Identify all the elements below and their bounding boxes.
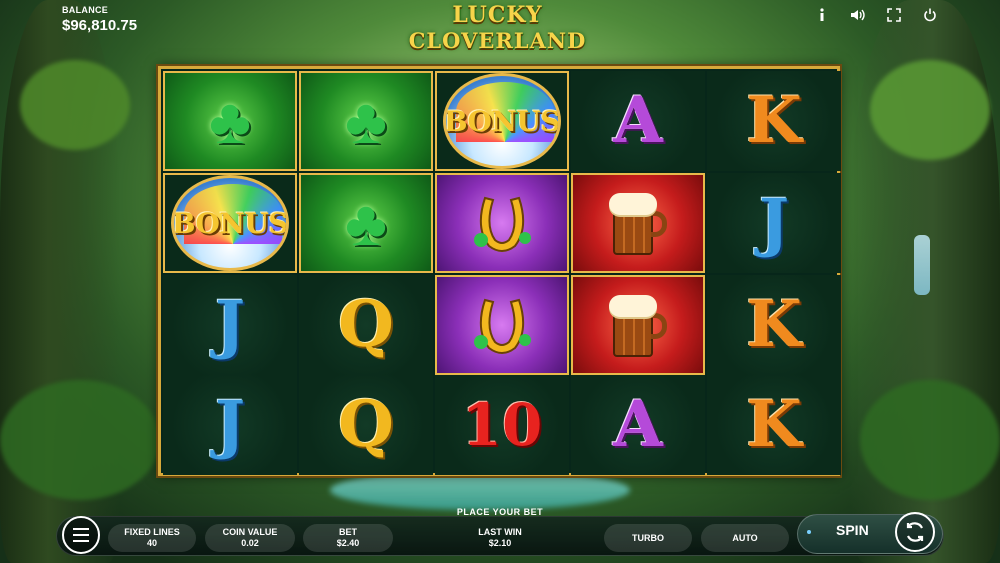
fixed-lines-value: 40	[146, 538, 157, 548]
beer-mug-icon	[609, 293, 667, 357]
reel-cell-q: Q	[299, 375, 433, 475]
spin-button[interactable]	[895, 512, 935, 552]
bonus-label: BONUS	[443, 104, 561, 138]
bet-label: BET	[339, 527, 357, 537]
reel-cell-clover: ♣	[163, 71, 297, 171]
clover-symbol-icon: ♣	[345, 85, 387, 157]
reel-cell-clover: ♣	[299, 173, 433, 273]
clover-symbol-icon: ♣	[345, 187, 387, 259]
last-win-label: LAST WIN	[478, 527, 522, 537]
k-symbol: K	[746, 387, 802, 462]
coin-value-value: 0.02	[241, 538, 259, 548]
game-logo: LUCKY CLOVERLAND	[400, 2, 595, 62]
foliage-decoration	[20, 60, 130, 150]
j-symbol: J	[758, 185, 790, 260]
coin-value-label: COIN VALUE	[222, 527, 278, 537]
indicator-dot	[807, 530, 811, 534]
beer-mug-icon	[609, 191, 667, 255]
power-icon[interactable]	[920, 6, 940, 24]
foliage-decoration	[0, 380, 160, 500]
fixed-lines-display: FIXED LINES 40	[108, 524, 196, 552]
info-icon[interactable]	[812, 6, 832, 24]
balance-label: BALANCE	[62, 5, 109, 15]
sound-icon[interactable]	[848, 6, 868, 24]
reel-cell-k: K	[707, 71, 841, 171]
reel-cell-a: A	[571, 71, 705, 171]
reel-cell-ten: 10	[435, 375, 569, 475]
reel-cell-beer	[571, 275, 705, 375]
hamburger-icon	[73, 528, 89, 530]
k-symbol: K	[746, 287, 802, 362]
bet-value: $2.40	[336, 538, 360, 548]
last-win-display: LAST WIN $2.10	[460, 524, 540, 552]
spin-label: SPIN	[836, 522, 869, 538]
reel-cell-a: A	[571, 375, 705, 475]
river	[330, 470, 630, 510]
k-symbol: K	[746, 83, 802, 158]
reel-cell-j: J	[163, 275, 297, 375]
a-symbol: A	[613, 387, 663, 462]
logo-line-2: CLOVERLAND	[408, 28, 587, 53]
clover-symbol-icon: ♣	[209, 85, 251, 157]
reel-cell-horseshoe	[435, 275, 569, 375]
balance-panel: BALANCE $96,810.75	[62, 5, 137, 34]
foliage-decoration	[860, 380, 1000, 500]
auto-button[interactable]: AUTO	[701, 524, 789, 552]
bonus-symbol: BONUS	[171, 175, 289, 271]
horseshoe-icon	[474, 196, 531, 252]
horseshoe-icon	[474, 298, 531, 354]
logo-line-1: LUCKY	[452, 2, 543, 28]
reel-cell-beer	[571, 173, 705, 273]
foliage-decoration	[870, 60, 990, 160]
balance-value: $96,810.75	[62, 17, 138, 34]
reel-cell-k: K	[707, 375, 841, 475]
q-symbol: Q	[338, 387, 394, 462]
bet-selector[interactable]: BET $2.40	[303, 524, 393, 552]
reel-cell-clover: ♣	[299, 71, 433, 171]
j-symbol: J	[214, 387, 246, 462]
reel-cell-j: J	[163, 375, 297, 475]
reel-cell-horseshoe	[435, 173, 569, 273]
j-symbol: J	[214, 287, 246, 362]
turbo-label: TURBO	[632, 532, 664, 543]
menu-button[interactable]	[62, 516, 100, 554]
reel-cell-k: K	[707, 275, 841, 375]
bonus-symbol: BONUS	[443, 73, 561, 169]
ten-symbol: 10	[461, 391, 543, 459]
fixed-lines-label: FIXED LINES	[124, 527, 180, 537]
refresh-icon	[906, 522, 924, 542]
a-symbol: A	[613, 83, 663, 158]
reel-cell-j: J	[707, 173, 841, 273]
bonus-label: BONUS	[171, 206, 289, 240]
turbo-button[interactable]: TURBO	[604, 524, 692, 552]
reel-cell-q: Q	[299, 275, 433, 375]
fullscreen-icon[interactable]	[884, 6, 904, 24]
reel-cell-bonus: BONUS	[163, 173, 297, 273]
reel-grid: ♣ BONUS J J ♣ ♣ Q Q BONUS 10 A A K J K K	[158, 66, 841, 476]
waterfall	[914, 235, 930, 295]
last-win-value: $2.10	[488, 538, 512, 548]
top-toolbar	[812, 6, 940, 24]
q-symbol: Q	[338, 287, 394, 362]
coin-value-selector[interactable]: COIN VALUE 0.02	[205, 524, 295, 552]
auto-label: AUTO	[732, 532, 758, 543]
reel-cell-bonus: BONUS	[435, 71, 569, 171]
